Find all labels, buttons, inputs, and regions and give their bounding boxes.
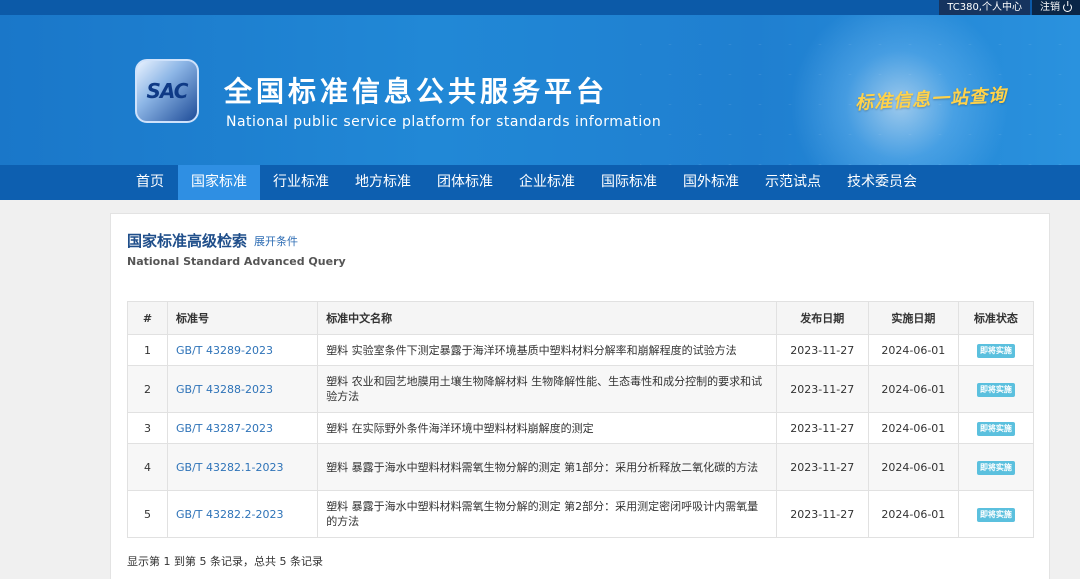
nav-item-industry[interactable]: 行业标准 [260,165,342,200]
standard-name: 塑料 暴露于海水中塑料材料需氧生物分解的测定 第1部分：采用分析释放二氧化碳的方… [317,443,777,491]
row-index: 5 [126,490,169,538]
table-row: 5 GB/T 43282.2-2023 塑料 暴露于海水中塑料材料需氧生物分解的… [126,490,1035,538]
nav-item-national[interactable]: 国家标准 [178,165,260,200]
logout-label: 注销 [1040,2,1060,13]
nav-item-international[interactable]: 国际标准 [588,165,670,200]
standard-name: 塑料 实验室条件下测定暴露于海洋环境基质中塑料材料分解率和崩解程度的试验方法 [317,334,777,366]
nav-item-pilot[interactable]: 示范试点 [752,165,834,200]
row-index: 2 [126,365,169,413]
col-header-status[interactable]: 标准状态 [957,301,1035,335]
power-icon [1063,3,1072,12]
standard-name: 塑料 在实际野外条件海洋环境中塑料材料崩解度的测定 [317,412,777,444]
logo-text: SAC [146,79,189,103]
standard-name: 塑料 农业和园艺地膜用土壤生物降解材料 生物降解性能、生态毒性和成分控制的要求和… [317,365,777,413]
standard-code-link[interactable]: GB/T 43289-2023 [176,344,273,357]
row-index: 3 [126,412,169,444]
header-banner: SAC 全国标准信息公共服务平台 National public service… [0,15,1080,165]
nav-item-enterprise[interactable]: 企业标准 [506,165,588,200]
nav-item-group[interactable]: 团体标准 [424,165,506,200]
published-date: 2023-11-27 [775,490,869,538]
published-date: 2023-11-27 [775,443,869,491]
page-subtitle: National Standard Advanced Query [127,255,346,268]
search-panel: 国家标准高级检索 展开条件 National Standard Advanced… [110,213,1050,579]
nav-item-foreign[interactable]: 国外标准 [670,165,752,200]
col-header-index[interactable]: # [126,301,169,335]
published-date: 2023-11-27 [775,334,869,366]
expand-conditions-link[interactable]: 展开条件 [254,233,298,249]
nav-item-home[interactable]: 首页 [120,165,178,200]
standard-code-link[interactable]: GB/T 43287-2023 [176,422,273,435]
status-badge: 即将实施 [976,382,1015,397]
table-row: 3 GB/T 43287-2023 塑料 在实际野外条件海洋环境中塑料材料崩解度… [126,412,1035,444]
results-table: # 标准号 标准中文名称 发布日期 实施日期 标准状态 1 GB/T 43289… [126,301,1035,538]
nav-item-local[interactable]: 地方标准 [342,165,424,200]
col-header-published[interactable]: 发布日期 [775,301,869,335]
standard-name: 塑料 暴露于海水中塑料材料需氧生物分解的测定 第2部分：采用测定密闭呼吸计内需氧… [317,490,777,538]
sac-logo[interactable]: SAC [135,59,199,123]
nav-list: 首页 国家标准 行业标准 地方标准 团体标准 企业标准 国际标准 国外标准 示范… [120,165,930,200]
implemented-date: 2024-06-01 [867,412,959,444]
status-badge: 即将实施 [976,343,1015,358]
implemented-date: 2024-06-01 [867,490,959,538]
table-header-row: # 标准号 标准中文名称 发布日期 实施日期 标准状态 [126,301,1035,335]
user-center-link[interactable]: TC380,个人中心 [939,0,1030,15]
table-row: 1 GB/T 43289-2023 塑料 实验室条件下测定暴露于海洋环境基质中塑… [126,334,1035,366]
table-row: 2 GB/T 43288-2023 塑料 农业和园艺地膜用土壤生物降解材料 生物… [126,365,1035,413]
status-badge: 即将实施 [976,460,1015,475]
row-index: 1 [126,334,169,366]
logout-button[interactable]: 注销 [1032,0,1080,15]
nav-item-committee[interactable]: 技术委员会 [834,165,930,200]
col-header-code[interactable]: 标准号 [167,301,319,335]
standard-code-link[interactable]: GB/T 43282.1-2023 [176,461,283,474]
standard-code-link[interactable]: GB/T 43282.2-2023 [176,508,283,521]
col-header-implemented[interactable]: 实施日期 [867,301,959,335]
implemented-date: 2024-06-01 [867,443,959,491]
col-header-name[interactable]: 标准中文名称 [317,301,777,335]
top-bar: TC380,个人中心 注销 [0,0,1080,15]
published-date: 2023-11-27 [775,412,869,444]
pagination-summary: 显示第 1 到第 5 条记录，总共 5 条记录 [127,555,323,568]
table-row: 4 GB/T 43282.1-2023 塑料 暴露于海水中塑料材料需氧生物分解的… [126,443,1035,491]
main-nav: 首页 国家标准 行业标准 地方标准 团体标准 企业标准 国际标准 国外标准 示范… [0,165,1080,200]
row-index: 4 [126,443,169,491]
site-title-en: National public service platform for sta… [226,114,662,130]
status-badge: 即将实施 [976,421,1015,436]
page-title: 国家标准高级检索 [127,232,248,250]
user-box: TC380,个人中心 注销 [939,0,1080,15]
standard-code-link[interactable]: GB/T 43288-2023 [176,383,273,396]
status-badge: 即将实施 [976,507,1015,522]
implemented-date: 2024-06-01 [867,365,959,413]
published-date: 2023-11-27 [775,365,869,413]
implemented-date: 2024-06-01 [867,334,959,366]
site-title-cn: 全国标准信息公共服务平台 [224,75,609,108]
